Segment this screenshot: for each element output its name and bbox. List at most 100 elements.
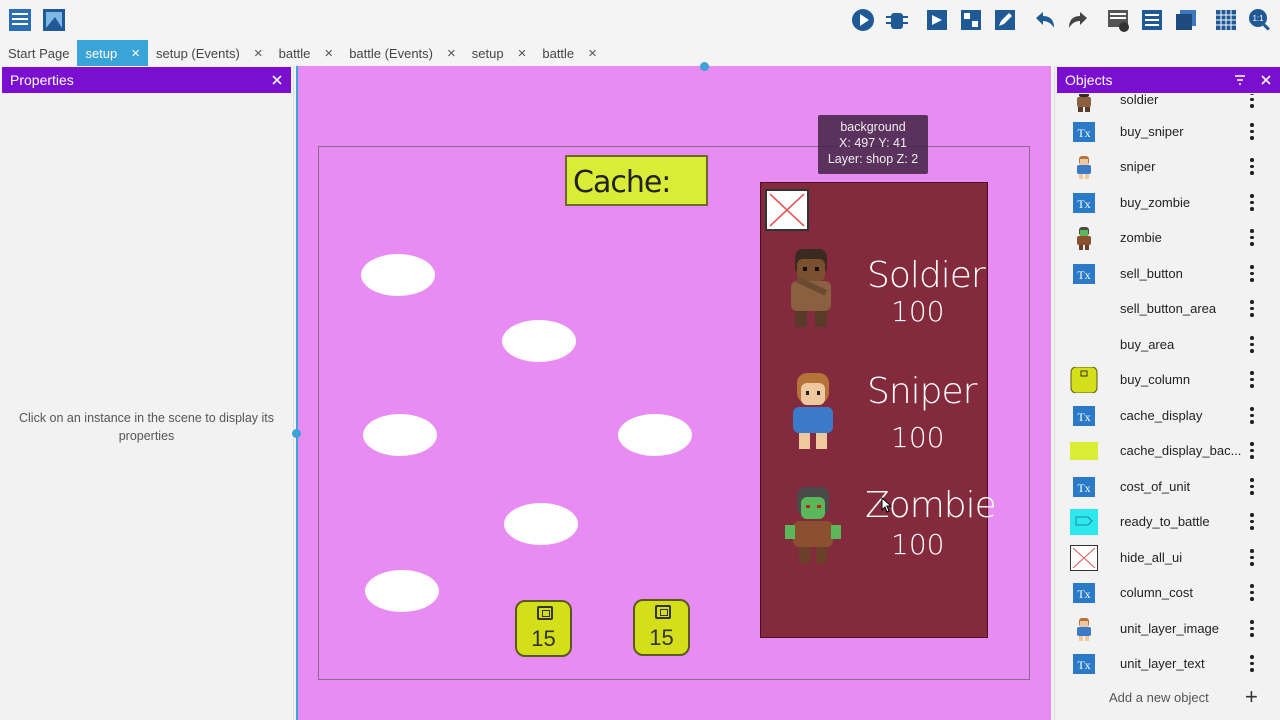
text-object-icon: Tx	[1073, 405, 1095, 426]
tab-battle-events[interactable]: battle (Events) ×	[341, 40, 464, 66]
list-item[interactable]: hide_all_ui	[1055, 540, 1280, 575]
svg-text:Tx: Tx	[1077, 197, 1090, 211]
unit-slot[interactable]	[365, 570, 439, 612]
unit-slot[interactable]	[504, 503, 578, 545]
more-options-icon[interactable]	[1245, 441, 1259, 461]
tab-battle[interactable]: battle ×	[271, 40, 342, 66]
cache-display-text: Cache:	[573, 165, 671, 200]
unit-slot[interactable]	[618, 414, 692, 456]
list-item[interactable]: Tx unit_layer_text	[1055, 646, 1280, 681]
undo-icon[interactable]	[1031, 6, 1059, 34]
resize-handle-top[interactable]	[700, 62, 709, 71]
shop-panel[interactable]: Soldier 100 Sniper 100 Zombie 100	[760, 182, 997, 638]
tab-battle-2[interactable]: battle ×	[534, 40, 605, 66]
close-icon[interactable]	[1260, 74, 1272, 86]
plus-icon[interactable]: +	[1245, 684, 1258, 710]
object-name: sell_button	[1120, 266, 1183, 281]
edit-properties-icon[interactable]	[991, 6, 1019, 34]
preview-play-icon[interactable]	[849, 6, 877, 34]
tab-setup[interactable]: setup ×	[77, 40, 149, 66]
list-item[interactable]: buy_column	[1055, 362, 1280, 397]
yellow-rect-icon	[1070, 441, 1098, 460]
more-options-icon[interactable]	[1245, 583, 1259, 603]
list-item[interactable]: buy_area	[1055, 327, 1280, 362]
text-object-icon: Tx	[1073, 582, 1095, 603]
object-name: buy_area	[1120, 337, 1175, 352]
more-options-icon[interactable]	[1245, 335, 1259, 355]
scene-canvas[interactable]: Cache: 15 15 Soldier 100 Sniper 100 Zomb…	[297, 66, 1051, 720]
hide-all-ui-cross-icon[interactable]	[765, 189, 809, 231]
close-icon[interactable]: ×	[588, 45, 597, 62]
more-options-icon[interactable]	[1245, 654, 1259, 674]
add-object-button[interactable]: Add a new object +	[1055, 684, 1280, 710]
unit-slot[interactable]	[363, 414, 437, 456]
tab-start-page[interactable]: Start Page	[0, 40, 77, 66]
coin-value: 15	[531, 626, 556, 651]
list-item[interactable]: unit_layer_image	[1055, 611, 1280, 646]
more-options-icon[interactable]	[1245, 122, 1259, 142]
tab-label: battle	[542, 45, 575, 61]
list-item[interactable]: ready_to_battle	[1055, 504, 1280, 539]
grid-icon[interactable]	[1212, 6, 1240, 34]
more-options-icon[interactable]	[1245, 548, 1259, 568]
object-name: cache_display_bac...	[1120, 443, 1242, 458]
more-options-icon[interactable]	[1245, 406, 1259, 426]
instances-list-icon[interactable]	[1104, 6, 1132, 34]
project-manager-icon[interactable]	[6, 6, 34, 34]
objects-list[interactable]: soldier Tx buy_sniper sniper Tx buy_zomb…	[1055, 94, 1280, 694]
cache-display-background[interactable]: Cache:	[565, 155, 708, 206]
redo-icon[interactable]	[1064, 6, 1092, 34]
list-item[interactable]: Tx cost_of_unit	[1055, 469, 1280, 504]
close-icon[interactable]: ×	[518, 45, 527, 62]
close-icon[interactable]: ×	[254, 45, 263, 62]
object-groups-icon[interactable]	[957, 6, 985, 34]
tab-setup-events[interactable]: setup (Events) ×	[148, 40, 271, 66]
close-icon[interactable]: ×	[324, 45, 333, 62]
tab-label: setup	[471, 45, 504, 61]
list-item[interactable]: Tx sell_button	[1055, 256, 1280, 291]
unit-slot[interactable]	[361, 254, 435, 296]
more-options-icon[interactable]	[1245, 264, 1259, 284]
more-options-icon[interactable]	[1245, 477, 1259, 497]
layers-icon[interactable]	[1172, 6, 1200, 34]
sniper-sprite-icon[interactable]	[783, 371, 843, 457]
object-name: hide_all_ui	[1120, 550, 1183, 565]
layers-list-icon[interactable]	[1138, 6, 1166, 34]
objects-title: Objects	[1065, 72, 1113, 88]
more-options-icon[interactable]	[1245, 512, 1259, 532]
list-item[interactable]: Tx buy_zombie	[1055, 185, 1280, 220]
more-options-icon[interactable]	[1245, 370, 1259, 390]
resize-handle-left[interactable]	[292, 429, 301, 438]
soldier-sprite-icon	[1077, 94, 1091, 112]
more-options-icon[interactable]	[1245, 157, 1259, 177]
more-options-icon[interactable]	[1245, 299, 1259, 319]
tab-setup-2[interactable]: setup ×	[464, 40, 535, 66]
more-options-icon[interactable]	[1245, 94, 1259, 110]
list-item[interactable]: cache_display_bac...	[1055, 433, 1280, 468]
scene-editor-icon[interactable]	[40, 6, 68, 34]
more-options-icon[interactable]	[1245, 228, 1259, 248]
soldier-sprite-icon[interactable]	[781, 247, 841, 333]
svg-text:Tx: Tx	[1077, 410, 1090, 424]
buy-column-coin[interactable]: 15	[633, 599, 690, 656]
buy-column-coin[interactable]: 15	[515, 600, 572, 657]
unit-slot[interactable]	[502, 320, 576, 362]
more-options-icon[interactable]	[1245, 619, 1259, 639]
filter-icon[interactable]	[1234, 74, 1246, 86]
list-item[interactable]: sniper	[1055, 149, 1280, 184]
close-icon[interactable]: ×	[447, 45, 456, 62]
text-object-icon: Tx	[1073, 192, 1095, 213]
objects-editor-icon[interactable]	[923, 6, 951, 34]
close-icon[interactable]: ×	[131, 45, 140, 62]
zombie-sprite-icon[interactable]	[783, 485, 843, 571]
list-item[interactable]: zombie	[1055, 220, 1280, 255]
zoom-reset-icon[interactable]: 1:1	[1246, 6, 1274, 34]
list-item[interactable]: Tx column_cost	[1055, 575, 1280, 610]
close-icon[interactable]	[271, 74, 283, 86]
debugger-icon[interactable]	[883, 6, 911, 34]
list-item[interactable]: sell_button_area	[1055, 291, 1280, 326]
list-item[interactable]: Tx buy_sniper	[1055, 114, 1280, 149]
text-object-icon: Tx	[1073, 476, 1095, 497]
list-item[interactable]: Tx cache_display	[1055, 398, 1280, 433]
more-options-icon[interactable]	[1245, 193, 1259, 213]
